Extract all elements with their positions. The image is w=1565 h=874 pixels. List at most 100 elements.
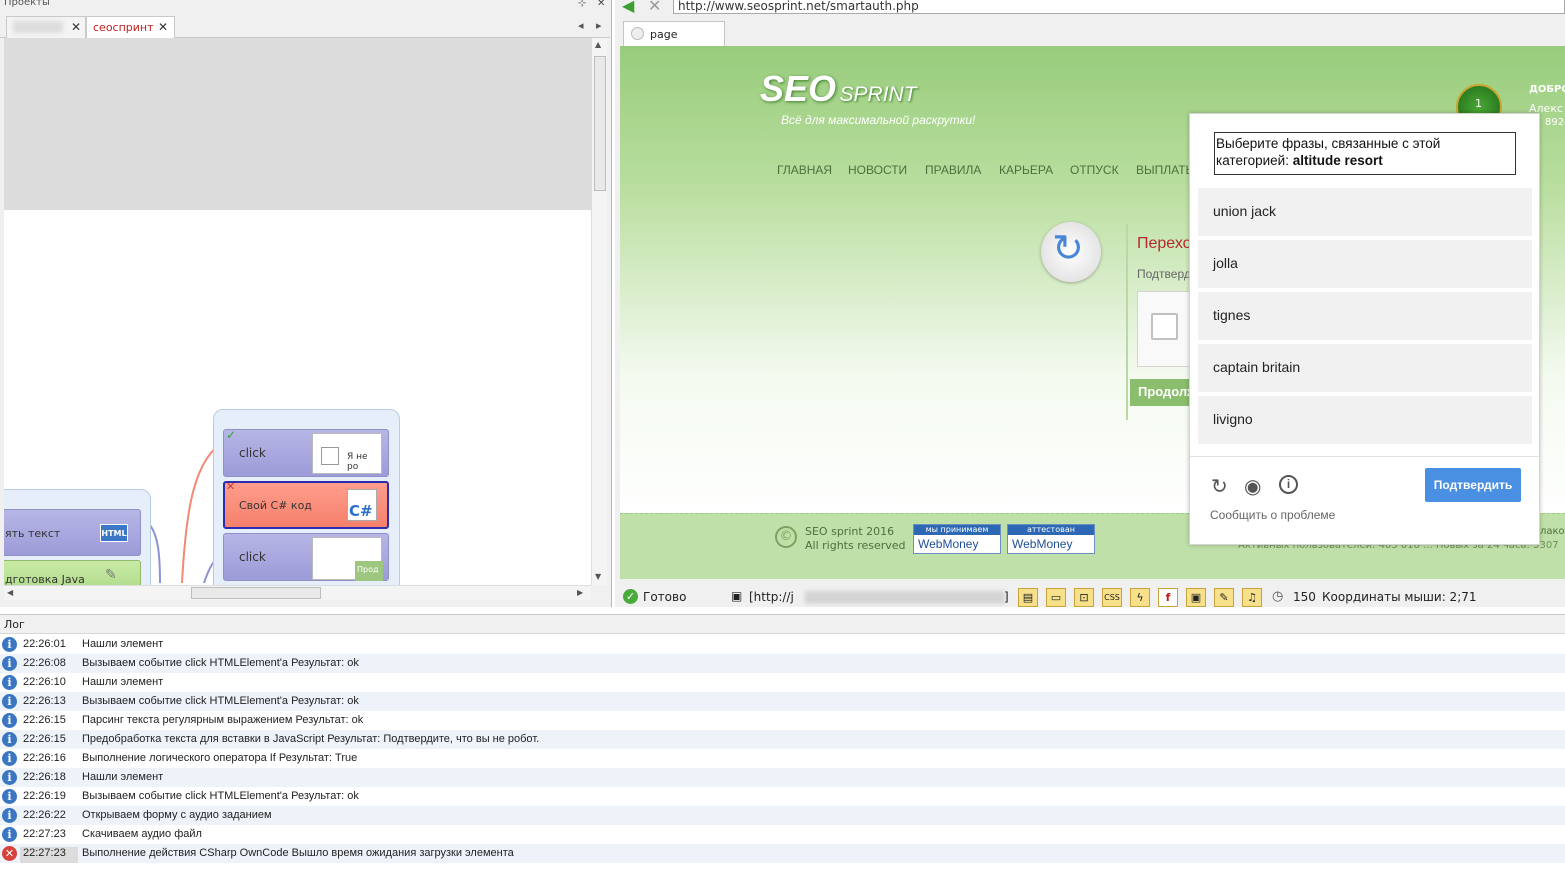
nav-vacation[interactable]: ОТПУСК [1070,163,1119,177]
project-tabstrip: ✕ сеоспринт ✕ ◂ ▸ [0,14,610,38]
nav-career[interactable]: КАРЬЕРА [999,163,1053,177]
status-ready: Готово [643,590,687,604]
eye-audio-icon[interactable]: ◉ [1244,474,1261,499]
log-row[interactable]: i 22:26:08 Вызываем событие click HTMLElem… [0,654,1565,673]
webmoney-attested-badge[interactable]: аттестован WebMoney [1007,524,1095,554]
java-icon[interactable]: ✎ [1214,588,1234,607]
log-time: 22:26:15 [23,733,66,745]
log-row[interactable]: i 22:27:23 Скачиваем аудио файл [0,825,1565,844]
pin-icon[interactable]: ⊹ [578,0,586,9]
csharp-file-icon: C# [347,489,377,521]
tabs-scroll-right-icon[interactable]: ▸ [596,19,602,32]
scroll-right-icon[interactable]: ▶ [577,588,583,597]
report-problem-link[interactable]: Сообщить о проблеме [1210,508,1335,522]
scroll-left-icon[interactable]: ◀ [7,588,13,597]
log-row[interactable]: i 22:26:16 Выполнение логического оператор… [0,749,1565,768]
copyright-icon: © [775,526,797,548]
scroll-down-icon[interactable]: ▼ [595,572,601,581]
address-bar[interactable]: http://www.seosprint.net/smartauth.php [673,0,1565,14]
log-message: Нашли элемент [82,771,164,783]
nav-rules[interactable]: ПРАВИЛА [925,163,981,177]
error-x-icon: ✕ [226,480,236,493]
status-url-prefix: [http://j [749,590,794,604]
log-message: Вызываем событие click HTMLElement'a Рез… [82,790,359,802]
canvas-vertical-scrollbar[interactable]: ▲ ▼ [591,38,607,585]
captcha-prompt: Выберите фразы, связанные с этой категор… [1214,132,1516,175]
browser-tab-page[interactable]: page [623,21,725,46]
network-icon: ▣ [731,589,743,603]
project-tab-seosprint[interactable]: сеоспринт ✕ [86,16,175,38]
back-arrow-icon[interactable]: ◀ [622,0,634,15]
log-row[interactable]: i 22:26:10 Нашли элемент [0,673,1565,692]
monitor-icon[interactable]: ▣ [1186,588,1206,607]
captcha-confirm-button[interactable]: Подтвердить [1425,468,1521,502]
log-row[interactable]: i 22:26:18 Нашли элемент [0,768,1565,787]
greeting-text: ДОБРО [1529,84,1565,95]
captcha-choice[interactable]: jolla [1198,240,1532,288]
canvas-horizontal-scrollbar[interactable]: ◀ ▶ [4,585,591,600]
node-set-text[interactable]: ять текст HTML [4,509,141,556]
project-canvas[interactable]: click Я не ро ✓ Свой C# код C# ✕ click П… [4,38,591,585]
log-row[interactable]: ✕ 22:27:23 Выполнение действия CSharp OwnC… [0,844,1565,863]
checkbox-preview-icon [321,447,339,465]
reload-icon[interactable]: ↻ [1211,474,1228,499]
css-icon[interactable]: CSS [1102,588,1122,607]
node-click-1[interactable]: click Я не ро ✓ [223,428,389,477]
nav-home[interactable]: ГЛАВНАЯ [777,163,832,177]
log-row[interactable]: i 22:26:15 Предобработка текста для вставк… [0,730,1565,749]
close-tab-icon[interactable]: ✕ [71,20,81,34]
scroll-up-icon[interactable]: ▲ [595,40,601,49]
info-icon: i [2,751,17,766]
recaptcha-checkbox[interactable] [1151,313,1178,340]
image-icon[interactable]: ▤ [1018,588,1038,607]
captcha-choice[interactable]: livigno [1198,396,1532,444]
captcha-divider [1190,456,1539,457]
info-icon: i [2,713,17,728]
node-label: click [239,446,266,460]
window-icon[interactable]: ▭ [1046,588,1066,607]
close-pane-icon[interactable]: ✕ [597,0,605,9]
info-icon: i [2,789,17,804]
node-csharp-code[interactable]: Свой C# код C# ✕ [223,480,389,529]
vertical-scroll-thumb[interactable] [594,56,606,191]
captcha-choice[interactable]: tignes [1198,292,1532,340]
seosprint-logo[interactable]: SEO SPRINT [760,68,917,110]
horizontal-scroll-thumb[interactable] [191,587,321,599]
log-row[interactable]: i 22:26:13 Вызываем событие click HTMLElem… [0,692,1565,711]
info-icon: i [2,732,17,747]
ready-check-icon: ✓ [623,589,638,604]
project-tab-blurred[interactable]: ✕ [6,16,86,38]
nav-news[interactable]: НОВОСТИ [848,163,907,177]
tool-icon: ✎ [105,567,117,583]
log-message: Нашли элемент [82,676,164,688]
node-click-2[interactable]: click Прод [223,533,389,581]
log-message: Вызываем событие click HTMLElement'a Рез… [82,657,359,669]
stop-icon[interactable]: ✕ [648,0,661,15]
frame-icon[interactable]: ⊡ [1074,588,1094,607]
log-message: Выполнение логического оператора If Резу… [82,752,358,764]
webmoney-accept-badge[interactable]: мы принимаем WebMoney [913,524,1001,554]
recaptcha-arrows-icon: ↻ [1052,226,1084,270]
log-row[interactable]: i 22:26:01 Нашли элемент [0,635,1565,654]
project-pane-title: Проекты [4,0,50,8]
log-header: Лог [0,614,1565,634]
node-prepare-java[interactable]: дготовка Java ✎ [4,560,141,585]
info-icon[interactable]: i [1279,475,1298,494]
captcha-choice[interactable]: union jack [1198,188,1532,236]
close-tab-icon[interactable]: ✕ [158,20,168,34]
nav-payouts[interactable]: ВЫПЛАТЫ [1136,163,1196,177]
log-message: Выполнение действия CSharp OwnCode Вышло… [82,847,514,859]
browser-status-bar: ✓ Готово ▣ [http://j ] ▤ ▭ ⊡ CSS ϟ f ▣ ✎… [615,587,1565,607]
flash-icon[interactable]: f [1158,588,1178,607]
page-loading-icon [631,27,644,40]
log-row[interactable]: i 22:26:15 Парсинг текста регулярным выраж… [0,711,1565,730]
flash-lightning-icon[interactable]: ϟ [1130,588,1150,607]
captcha-choice[interactable]: captain britain [1198,344,1532,392]
tabs-scroll-left-icon[interactable]: ◂ [578,19,584,32]
log-row[interactable]: i 22:26:19 Вызываем событие click HTMLElem… [0,787,1565,806]
footer-edge-text: лако [1540,526,1565,537]
log-message: Нашли элемент [82,638,164,650]
captcha-category: altitude resort [1292,153,1383,168]
log-row[interactable]: i 22:26:22 Открываем форму с аудио задани… [0,806,1565,825]
audio-icon[interactable]: ♫ [1242,588,1262,607]
